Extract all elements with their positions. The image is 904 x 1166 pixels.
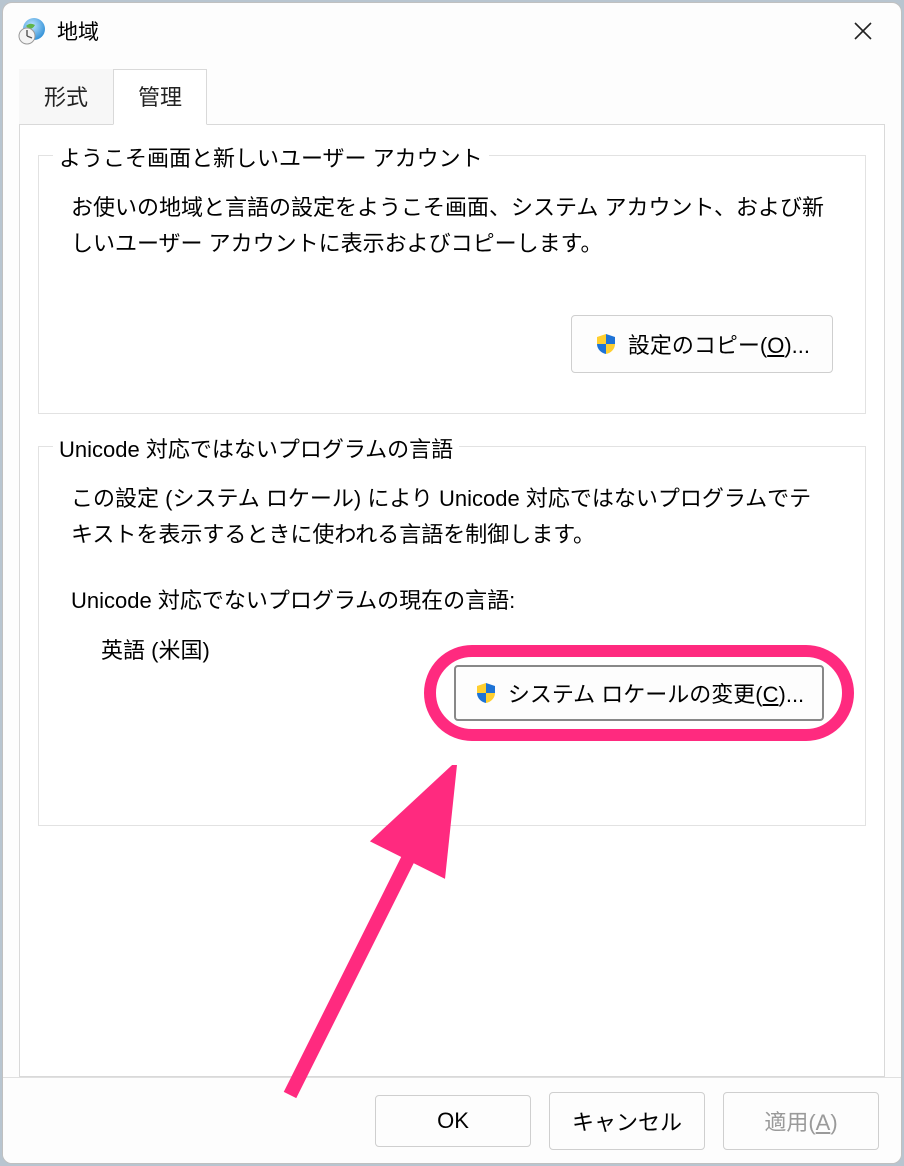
current-language-value: 英語 (米国)	[71, 633, 833, 665]
current-language-label: Unicode 対応でないプログラムの現在の言語:	[71, 583, 833, 615]
group-welcome-accounts: ようこそ画面と新しいユーザー アカウント お使いの地域と言語の設定をようこそ画面…	[38, 155, 866, 414]
button-label: 設定のコピー(O)...	[628, 328, 810, 360]
uac-shield-icon	[594, 332, 618, 356]
tab-body: ようこそ画面と新しいユーザー アカウント お使いの地域と言語の設定をようこそ画面…	[19, 124, 885, 1077]
apply-button[interactable]: 適用(A)	[723, 1092, 879, 1150]
globe-clock-icon	[17, 16, 47, 46]
cancel-button[interactable]: キャンセル	[549, 1092, 705, 1150]
uac-shield-icon	[474, 681, 498, 705]
group-non-unicode: Unicode 対応ではないプログラムの言語 この設定 (システム ロケール) …	[38, 446, 866, 827]
ok-button[interactable]: OK	[375, 1095, 531, 1147]
titlebar: 地域	[3, 3, 901, 59]
dialog-button-bar: OK キャンセル 適用(A)	[3, 1077, 901, 1163]
change-system-locale-button[interactable]: システム ロケールの変更(C)...	[454, 665, 824, 721]
button-label: 適用(A)	[764, 1105, 837, 1137]
close-button[interactable]	[833, 9, 893, 53]
button-label: システム ロケールの変更(C)...	[508, 677, 804, 709]
tab-admin[interactable]: 管理	[113, 69, 207, 125]
group-legend: ようこそ画面と新しいユーザー アカウント	[53, 141, 489, 173]
group-desc: お使いの地域と言語の設定をようこそ画面、システム アカウント、および新しいユーザ…	[71, 190, 833, 263]
group-desc: この設定 (システム ロケール) により Unicode 対応ではないプログラム…	[71, 481, 833, 554]
region-dialog: 地域 形式 管理 ようこそ画面と新しいユーザー アカウント お使いの地域と言語の…	[2, 2, 902, 1164]
tab-format[interactable]: 形式	[19, 69, 113, 125]
window-title: 地域	[57, 16, 99, 46]
copy-settings-button[interactable]: 設定のコピー(O)...	[571, 315, 833, 373]
group-legend: Unicode 対応ではないプログラムの言語	[53, 432, 459, 464]
close-icon	[853, 21, 873, 41]
tab-strip: 形式 管理	[3, 69, 901, 125]
